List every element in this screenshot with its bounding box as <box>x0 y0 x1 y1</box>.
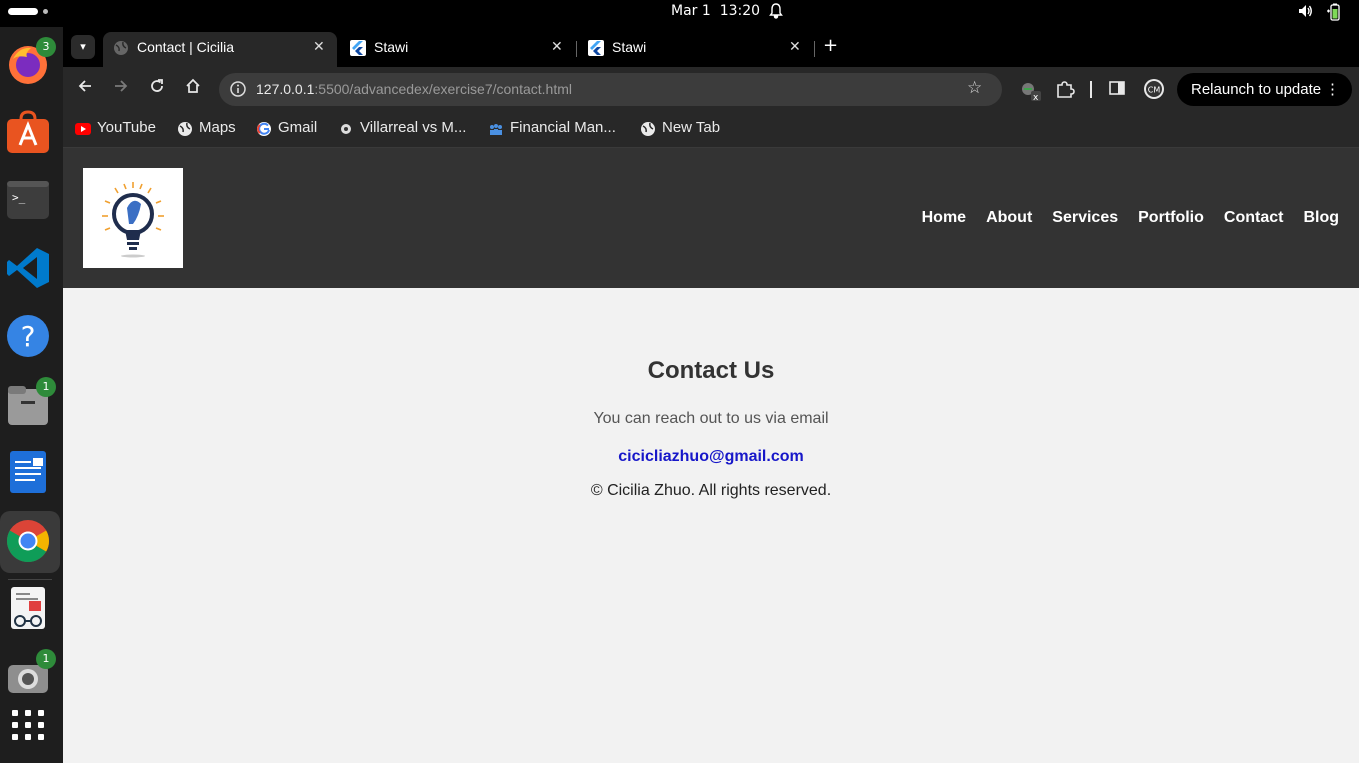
clock-date: Mar 1 <box>671 3 711 19</box>
files-badge: 1 <box>36 377 56 397</box>
close-icon[interactable]: ✕ <box>789 38 801 55</box>
browser-toolbar: 127.0.0.1:5500/advancedex/exercise7/cont… <box>63 67 1359 112</box>
soccer-icon <box>338 121 354 137</box>
bookmark-star-icon[interactable]: ☆ <box>967 78 982 98</box>
nav-services-link[interactable]: Services <box>1052 208 1118 228</box>
relaunch-label: Relaunch to update <box>1191 81 1322 98</box>
bookmarks-bar: YouTube Maps Gmail Villarreal vs M... Fi… <box>63 112 1359 148</box>
close-icon[interactable]: ✕ <box>313 38 325 55</box>
show-apps-icon[interactable] <box>5 702 51 748</box>
files-icon[interactable]: 1 <box>5 377 56 427</box>
tab-contact[interactable]: Contact | Cicilia ✕ <box>103 32 337 67</box>
firefox-icon[interactable]: 3 <box>5 37 56 87</box>
url-text[interactable]: 127.0.0.1:5500/advancedex/exercise7/cont… <box>256 81 572 97</box>
tab-separator <box>814 41 815 57</box>
svg-text:>_: >_ <box>12 191 26 204</box>
help-icon[interactable]: ? <box>5 313 51 359</box>
google-icon <box>256 121 272 137</box>
bookmark-label: New Tab <box>662 119 721 136</box>
tab-search-button[interactable]: ▾ <box>71 35 95 59</box>
home-icon <box>186 78 200 93</box>
bookmark-label: YouTube <box>97 119 156 136</box>
tab-separator <box>576 41 577 57</box>
youtube-icon <box>75 121 91 137</box>
screenshot-badge: 1 <box>36 649 56 669</box>
volume-icon[interactable] <box>1297 3 1313 23</box>
battery-icon[interactable] <box>1327 3 1341 21</box>
email-link[interactable]: cicicliazhuo@gmail.com <box>63 448 1359 466</box>
globe-icon <box>640 121 656 137</box>
site-header: Home About Services Portfolio Contact Bl… <box>63 148 1359 288</box>
flutter-icon <box>350 40 366 56</box>
new-tab-button[interactable]: + <box>823 35 838 56</box>
browser-tabstrip: ▾ Contact | Cicilia ✕ Stawi ✕ Stawi ✕ + <box>63 27 1359 67</box>
extension-icon[interactable]: x <box>1019 79 1041 103</box>
terminal-icon[interactable]: >_ <box>5 177 51 223</box>
tab-title: Stawi <box>612 39 647 55</box>
url-host: 127.0.0.1 <box>256 81 315 97</box>
nav-contact-link[interactable]: Contact <box>1224 208 1284 228</box>
side-panel-icon[interactable] <box>1108 79 1128 99</box>
people-icon <box>488 121 504 137</box>
svg-text:x: x <box>1033 93 1039 101</box>
dock-separator <box>8 579 52 580</box>
globe-icon <box>177 121 193 137</box>
clock[interactable]: Mar 1 13:20 <box>671 3 760 19</box>
bookmark-label: Villarreal vs M... <box>360 119 467 136</box>
reload-icon <box>151 79 163 92</box>
dock: 3 >_ ? 1 1 <box>0 27 63 763</box>
reload-button[interactable] <box>146 78 168 100</box>
bookmark-label: Gmail <box>278 119 318 136</box>
more-menu-icon: ⋮ <box>1325 81 1340 98</box>
relaunch-to-update-button[interactable]: Relaunch to update ⋮ <box>1177 73 1352 106</box>
globe-icon <box>113 40 129 56</box>
profile-avatar[interactable]: CM <box>1143 78 1165 100</box>
back-arrow-icon <box>78 80 91 92</box>
page-title: Contact Us <box>647 357 775 384</box>
tab-title: Contact | Cicilia <box>137 39 235 55</box>
system-top-bar: Mar 1 13:20 <box>0 0 1359 27</box>
notification-bell-icon[interactable] <box>769 3 783 23</box>
lightbulb-logo-icon <box>102 182 164 258</box>
toolbar-divider <box>1090 81 1092 98</box>
svg-text:CM: CM <box>1148 86 1161 95</box>
nav-about-link[interactable]: About <box>986 208 1032 228</box>
nav-portfolio-link[interactable]: Portfolio <box>1138 208 1204 228</box>
bookmark-label: Maps <box>199 119 236 136</box>
writer-icon[interactable] <box>5 449 51 495</box>
forward-button[interactable] <box>110 78 132 100</box>
nav-home-link[interactable]: Home <box>922 208 966 228</box>
tab-title: Stawi <box>374 39 409 55</box>
site-info-icon[interactable] <box>229 80 247 98</box>
copyright-text: © Cicilia Zhuo. All rights reserved. <box>590 482 832 499</box>
svg-text:?: ? <box>21 320 36 353</box>
close-icon[interactable]: ✕ <box>551 38 563 55</box>
firefox-badge: 3 <box>36 37 56 57</box>
document-viewer-icon[interactable] <box>5 585 51 631</box>
tab-stawi-1[interactable]: Stawi ✕ <box>340 32 574 67</box>
address-bar[interactable]: 127.0.0.1:5500/advancedex/exercise7/cont… <box>219 73 1002 106</box>
extensions-puzzle-icon[interactable] <box>1055 79 1075 99</box>
activities-indicator[interactable] <box>8 8 38 15</box>
bookmark-label: Financial Man... <box>510 119 616 136</box>
back-button[interactable] <box>74 78 96 100</box>
contact-description: You can reach out to us via email <box>593 410 829 427</box>
clock-time: 13:20 <box>719 3 761 19</box>
screenshot-icon[interactable]: 1 <box>5 649 56 699</box>
vscode-icon[interactable] <box>5 245 51 291</box>
forward-arrow-icon <box>115 80 128 92</box>
tab-stawi-2[interactable]: Stawi ✕ <box>578 32 812 67</box>
chrome-icon[interactable] <box>5 518 51 564</box>
app-center-icon[interactable] <box>5 109 51 155</box>
url-path: :5500/advancedex/exercise7/contact.html <box>314 81 572 97</box>
workspace-dot <box>43 9 48 14</box>
home-button[interactable] <box>182 78 204 100</box>
site-nav: Home About Services Portfolio Contact Bl… <box>922 208 1359 228</box>
web-page: Home About Services Portfolio Contact Bl… <box>63 148 1359 763</box>
nav-blog-link[interactable]: Blog <box>1303 208 1339 228</box>
flutter-icon <box>588 40 604 56</box>
site-logo[interactable] <box>83 168 183 268</box>
